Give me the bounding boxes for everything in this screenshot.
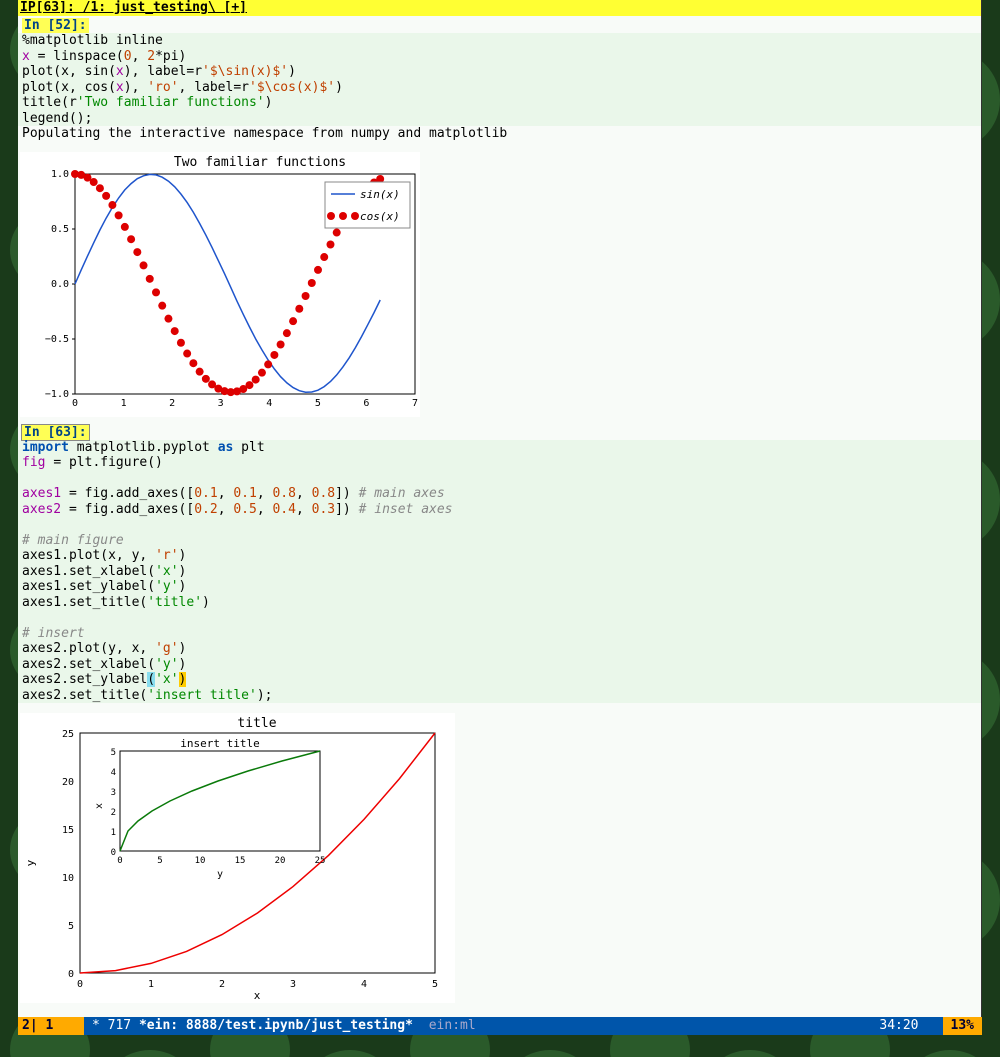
svg-text:0: 0 (72, 398, 78, 409)
svg-text:15: 15 (235, 856, 246, 866)
svg-text:10: 10 (62, 873, 74, 884)
svg-text:1.0: 1.0 (51, 169, 69, 180)
svg-text:5: 5 (315, 398, 321, 409)
svg-text:5: 5 (111, 748, 116, 758)
chart2-title: title (237, 716, 276, 731)
cell-63: In [63]: import matplotlib.pyplot as plt… (18, 425, 981, 1010)
chart2-xlabel: x (254, 989, 261, 1002)
svg-text:10: 10 (195, 856, 206, 866)
prompt-63: In [63]: (22, 425, 89, 440)
chart2-ylabel: y (24, 859, 37, 866)
svg-text:20: 20 (62, 777, 74, 788)
svg-text:4: 4 (266, 398, 272, 409)
mode-line: 2| 1 * 717 *ein: 8888/test.ipynb/just_te… (18, 1017, 982, 1035)
svg-text:0: 0 (111, 848, 116, 858)
editor-pane[interactable]: IP[63]: /1: just_testing\ [+] In [52]: %… (18, 0, 982, 1034)
inset-ylabel: x (94, 803, 105, 809)
svg-text:5: 5 (432, 979, 438, 990)
svg-text:4: 4 (111, 768, 116, 778)
svg-text:7: 7 (412, 398, 418, 409)
svg-text:1: 1 (111, 828, 116, 838)
svg-text:0: 0 (117, 856, 122, 866)
svg-text:3: 3 (218, 398, 224, 409)
svg-text:0: 0 (77, 979, 83, 990)
prompt-52: In [52]: (22, 18, 89, 33)
svg-text:0: 0 (68, 969, 74, 980)
svg-text:1: 1 (148, 979, 154, 990)
svg-text:2: 2 (111, 808, 116, 818)
major-mode: ein:ml (429, 1018, 476, 1033)
chart1-xticks: 0 1 2 3 4 5 6 7 (72, 398, 418, 409)
svg-text:3: 3 (111, 788, 116, 798)
scroll-pct: 13% (943, 1017, 982, 1035)
output-52: Populating the interactive namespace fro… (18, 126, 981, 142)
svg-text:25: 25 (62, 729, 74, 740)
chart2-yticks: 25 20 15 10 5 0 (62, 729, 74, 980)
inset-xticks: 0 5 10 15 20 25 (117, 856, 325, 866)
title-bar: IP[63]: /1: just_testing\ [+] (18, 0, 981, 16)
inset-title: insert title (180, 737, 259, 750)
svg-text:4: 4 (361, 979, 367, 990)
buffer-name: *ein: 8888/test.ipynb/just_testing* (139, 1018, 413, 1033)
svg-text:15: 15 (62, 825, 74, 836)
svg-text:1: 1 (121, 398, 127, 409)
code-63[interactable]: import matplotlib.pyplot as plt fig = pl… (18, 440, 981, 704)
svg-text:sin(x): sin(x) (360, 188, 400, 201)
svg-text:2: 2 (219, 979, 225, 990)
svg-text:6: 6 (363, 398, 369, 409)
chart1-legend: sin(x) cos(x) (325, 182, 410, 228)
svg-text:20: 20 (275, 856, 286, 866)
modeline-badge: 2| 1 (18, 1017, 84, 1035)
svg-text:5: 5 (68, 921, 74, 932)
svg-text:5: 5 (157, 856, 162, 866)
cell-52: In [52]: %matplotlib inline x = linspace… (18, 18, 981, 423)
svg-text:3: 3 (290, 979, 296, 990)
svg-text:25: 25 (315, 856, 326, 866)
inset-yticks: 5 4 3 2 1 0 (111, 748, 116, 858)
svg-text:0.0: 0.0 (51, 279, 69, 290)
chart-two-familiar: Two familiar functions 1.0 0.5 0.0 −0.5 … (20, 152, 420, 417)
inset-xlabel: y (217, 869, 223, 880)
chart1-title: Two familiar functions (174, 155, 346, 170)
svg-text:−1.0: −1.0 (45, 389, 69, 400)
chart-title-inset: title y x 25 20 15 10 5 0 0 1 2 3 4 (20, 713, 455, 1003)
svg-text:cos(x): cos(x) (360, 210, 400, 223)
code-52[interactable]: %matplotlib inline x = linspace(0, 2*pi)… (18, 33, 981, 126)
svg-text:0.5: 0.5 (51, 224, 69, 235)
chart1-yticks: 1.0 0.5 0.0 −0.5 −1.0 (45, 169, 75, 400)
svg-text:−0.5: −0.5 (45, 334, 69, 345)
svg-text:2: 2 (169, 398, 175, 409)
cursor-pos: 34:20 (879, 1017, 918, 1035)
